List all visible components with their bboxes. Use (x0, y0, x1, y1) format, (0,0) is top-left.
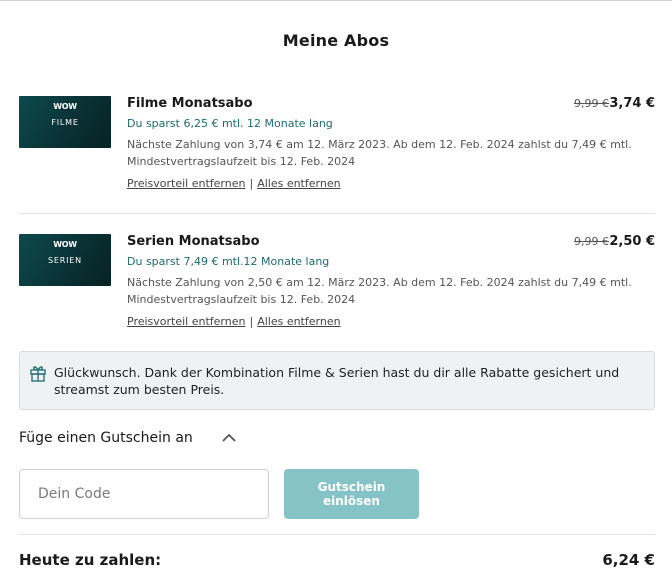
remove-discount-link[interactable]: Preisvorteil entfernen (127, 177, 245, 190)
payment-details: Nächste Zahlung von 2,50 € am 12. März 2… (127, 276, 632, 289)
subscription-thumbnail: WOW FILME (19, 96, 111, 148)
notice-text: Glückwunsch. Dank der Kombination Filme … (54, 365, 620, 397)
divider (19, 213, 655, 214)
chevron-up-icon[interactable] (221, 432, 237, 444)
total-label: Heute zu zahlen: (19, 551, 162, 569)
old-price: 9,99 € (574, 235, 609, 248)
link-separator: | (249, 177, 254, 190)
discount-notice: Glückwunsch. Dank der Kombination Filme … (19, 351, 655, 410)
new-price: 3,74 € (609, 96, 655, 111)
subscription-name: Serien Monatsabo (127, 234, 260, 249)
link-separator: | (249, 315, 254, 328)
top-border (0, 0, 672, 1)
voucher-code-input[interactable] (19, 469, 269, 519)
subscription-thumbnail: WOW SERIEN (19, 234, 111, 286)
wow-logo: WOW (53, 102, 77, 111)
minimum-term: Mindestvertragslaufzeit bis 12. Feb. 202… (127, 155, 356, 168)
thumbnail-label: SERIEN (48, 256, 82, 265)
remove-discount-link[interactable]: Preisvorteil entfernen (127, 315, 245, 328)
saving-text: Du sparst 6,25 € mtl. 12 Monate lang (127, 117, 333, 130)
wow-logo: WOW (53, 240, 77, 249)
voucher-toggle-label[interactable]: Füge einen Gutschein an (19, 430, 193, 446)
old-price: 9,99 € (574, 97, 609, 110)
divider (19, 534, 655, 535)
new-price: 2,50 € (609, 234, 655, 249)
saving-text: Du sparst 7,49 € mtl.12 Monate lang (127, 255, 330, 268)
subscription-item-serien: WOW SERIEN Serien Monatsabo 9,99 € 2,50 … (19, 234, 655, 334)
item-actions: Preisvorteil entfernen | Alles entfernen (127, 177, 341, 190)
item-actions: Preisvorteil entfernen | Alles entfernen (127, 315, 341, 328)
payment-details: Nächste Zahlung von 3,74 € am 12. März 2… (127, 138, 632, 151)
total-amount: 6,24 € (602, 551, 655, 569)
redeem-voucher-button[interactable]: Gutschein einlösen (284, 469, 419, 519)
minimum-term: Mindestvertragslaufzeit bis 12. Feb. 202… (127, 293, 356, 306)
page-title: Meine Abos (282, 31, 390, 50)
subscription-name: Filme Monatsabo (127, 96, 253, 111)
remove-all-link[interactable]: Alles entfernen (257, 315, 340, 328)
subscription-item-filme: WOW FILME Filme Monatsabo 9,99 € 3,74 € … (19, 96, 655, 196)
gift-icon (30, 366, 46, 382)
remove-all-link[interactable]: Alles entfernen (257, 177, 340, 190)
thumbnail-label: FILME (51, 118, 79, 127)
